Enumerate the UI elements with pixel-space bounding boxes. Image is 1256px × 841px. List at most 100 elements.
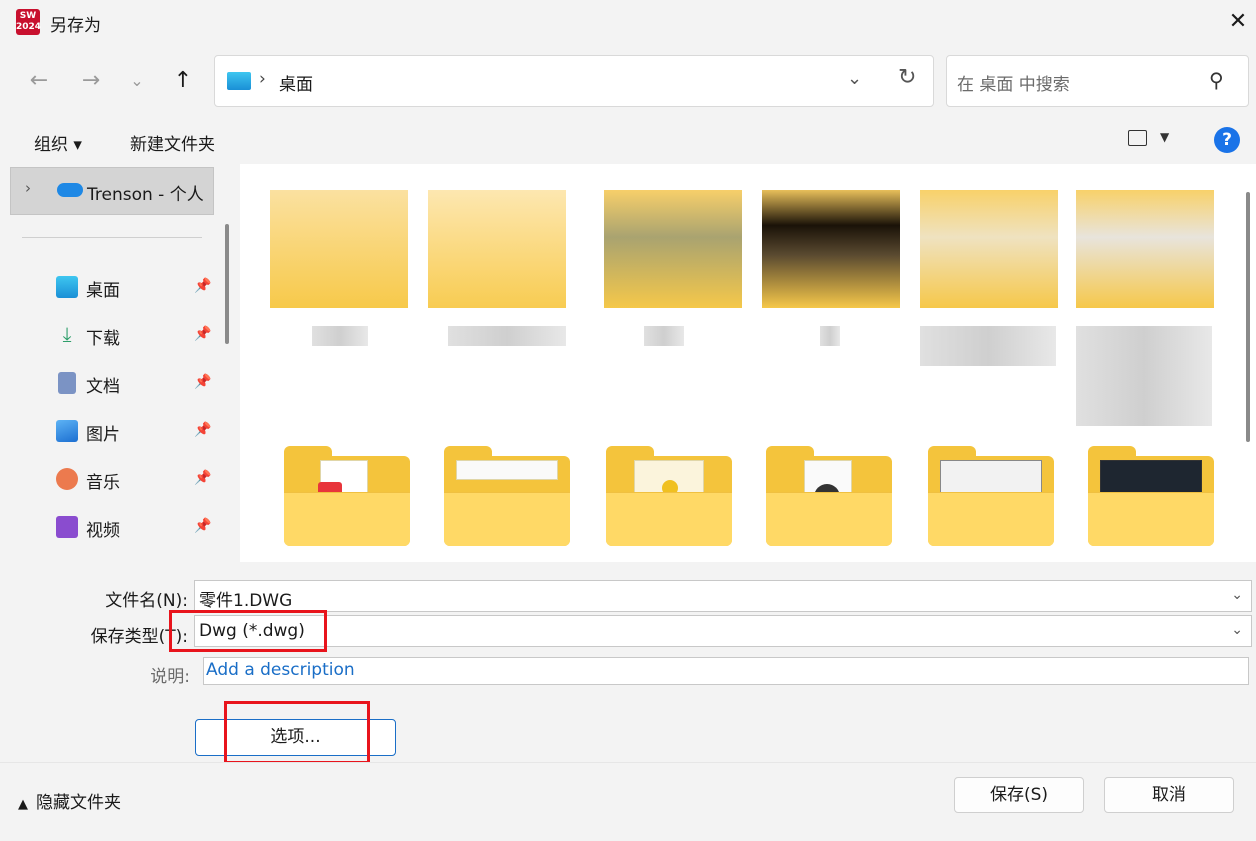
address-bar[interactable]: › 桌面 ⌄ ↻: [214, 55, 934, 107]
pin-icon: 📌: [194, 326, 212, 342]
search-input[interactable]: 在 桌面 中搜索: [957, 70, 1070, 95]
solidworks-app-icon: SW 2024: [16, 9, 42, 35]
folder-item[interactable]: [606, 446, 732, 546]
download-icon: ⤓: [62, 322, 72, 346]
save-button[interactable]: 保存(S): [954, 777, 1084, 813]
highlight-box-file-type: [169, 610, 327, 652]
navigation-bar: ← → ⌄ ↑ › 桌面 ⌄ ↻ 在 桌面 中搜索 ⚲: [0, 44, 1256, 118]
pin-icon: 📌: [194, 278, 212, 294]
folder-front-shape: [606, 492, 732, 546]
blurred-file-label: [820, 326, 840, 346]
folder-item[interactable]: [444, 446, 570, 546]
sidebar-item-label: 音乐: [86, 473, 120, 493]
dialog-footer: ▲ 隐藏文件夹 保存(S) 取消: [0, 762, 1256, 841]
blurred-file-label: [448, 326, 566, 346]
expand-chevron-icon[interactable]: ›: [25, 179, 31, 197]
close-icon[interactable]: ✕: [1222, 6, 1254, 38]
description-value[interactable]: Add a description: [206, 660, 355, 680]
description-label: 说明:: [150, 667, 190, 687]
folder-front-shape: [1088, 492, 1214, 546]
organize-button[interactable]: 组织 ▾: [34, 130, 82, 155]
refresh-icon[interactable]: ↻: [898, 65, 916, 90]
pin-icon: 📌: [194, 374, 212, 390]
onedrive-cloud-icon: [57, 183, 83, 197]
filename-field[interactable]: 零件1.DWG ⌄: [194, 580, 1252, 612]
new-folder-button[interactable]: 新建文件夹: [130, 130, 215, 155]
address-dropdown-icon[interactable]: ⌄: [847, 68, 862, 89]
help-icon[interactable]: ?: [1214, 127, 1240, 153]
blurred-file-thumbnail[interactable]: [270, 190, 408, 308]
caret-up-icon: ▲: [18, 797, 28, 812]
sidebar-item-label: Trenson - 个人: [87, 185, 204, 205]
blurred-file-thumbnail[interactable]: [762, 190, 900, 308]
highlight-box-options: [224, 701, 370, 764]
blurred-file-label: [1076, 326, 1212, 426]
folder-item[interactable]: [1088, 446, 1214, 546]
document-icon: [58, 372, 76, 394]
search-icon[interactable]: ⚲: [1209, 68, 1224, 92]
view-layout-icon[interactable]: [1128, 130, 1147, 146]
pin-icon: 📌: [194, 470, 212, 486]
folder-preview-paper: [456, 460, 558, 480]
filename-label: 文件名(N):: [105, 591, 188, 611]
filename-dropdown-icon[interactable]: ⌄: [1231, 587, 1243, 603]
filename-value[interactable]: 零件1.DWG: [199, 586, 292, 611]
forward-arrow-icon[interactable]: →: [74, 66, 108, 96]
sidebar-item-videos[interactable]: 视频 📌: [56, 510, 216, 544]
pin-icon: 📌: [194, 422, 212, 438]
sidebar-item-pictures[interactable]: 图片 📌: [56, 414, 216, 448]
title-bar: SW 2024 另存为 ✕: [0, 0, 1256, 44]
blurred-file-label: [312, 326, 368, 346]
folder-front-shape: [928, 492, 1054, 546]
sidebar-item-music[interactable]: 音乐 📌: [56, 462, 216, 496]
music-icon: [56, 468, 78, 490]
folder-front-shape: [766, 492, 892, 546]
desktop-icon: [227, 72, 251, 90]
folder-item[interactable]: [284, 446, 410, 546]
sidebar-item-label: 图片: [86, 425, 120, 445]
sidebar-item-label: 下载: [86, 329, 120, 349]
folder-front-shape: [284, 492, 410, 546]
sidebar-item-label: 文档: [86, 377, 120, 397]
blurred-file-thumbnail[interactable]: [1076, 190, 1214, 308]
save-form: 文件名(N): 零件1.DWG ⌄ 保存类型(T): Dwg (*.dwg) ⌄…: [0, 562, 1256, 764]
file-type-select[interactable]: Dwg (*.dwg) ⌄: [194, 615, 1252, 647]
video-icon: [56, 516, 78, 538]
sidebar-item-label: 桌面: [86, 281, 120, 301]
hide-folders-toggle[interactable]: ▲ 隐藏文件夹: [18, 788, 121, 813]
app-icon-text: SW 2024: [16, 11, 42, 32]
pin-icon: 📌: [194, 518, 212, 534]
search-box[interactable]: 在 桌面 中搜索 ⚲: [946, 55, 1249, 107]
file-type-dropdown-icon[interactable]: ⌄: [1231, 622, 1243, 638]
up-arrow-icon[interactable]: ↑: [166, 66, 200, 96]
pictures-icon: [56, 420, 78, 442]
sidebar-item-downloads[interactable]: ⤓ 下载 📌: [56, 318, 216, 352]
sidebar-item-onedrive[interactable]: › Trenson - 个人: [10, 167, 214, 215]
folder-item[interactable]: [928, 446, 1054, 546]
folder-item[interactable]: [766, 446, 892, 546]
file-list-scrollbar[interactable]: [1246, 192, 1250, 442]
navigation-pane: › Trenson - 个人 桌面 📌 ⤓ 下载 📌 文档 📌 图片 📌 音乐 …: [0, 164, 240, 562]
hide-folders-label: 隐藏文件夹: [36, 793, 121, 813]
command-toolbar: 组织 ▾ 新建文件夹 ▼ ?: [0, 118, 1256, 164]
cancel-button[interactable]: 取消: [1104, 777, 1234, 813]
sidebar-item-documents[interactable]: 文档 📌: [56, 366, 216, 400]
recent-locations-chevron-icon[interactable]: ⌄: [120, 66, 154, 96]
desktop-icon: [56, 276, 78, 298]
sidebar-scrollbar[interactable]: [225, 224, 229, 344]
window-title: 另存为: [50, 16, 101, 36]
blurred-file-thumbnail[interactable]: [428, 190, 566, 308]
folder-front-shape: [444, 492, 570, 546]
blurred-file-thumbnail[interactable]: [920, 190, 1058, 308]
sidebar-divider: [22, 237, 202, 238]
back-arrow-icon[interactable]: ←: [22, 66, 56, 96]
blurred-file-label: [644, 326, 684, 346]
view-dropdown-icon[interactable]: ▼: [1160, 130, 1169, 144]
file-list: [242, 164, 1256, 562]
breadcrumb-location[interactable]: 桌面: [279, 70, 313, 95]
sidebar-item-desktop[interactable]: 桌面 📌: [56, 270, 216, 304]
sidebar-item-label: 视频: [86, 521, 120, 541]
description-field[interactable]: Add a description: [203, 657, 1249, 685]
breadcrumb-chevron-icon[interactable]: ›: [259, 69, 266, 89]
blurred-file-thumbnail[interactable]: [604, 190, 742, 308]
